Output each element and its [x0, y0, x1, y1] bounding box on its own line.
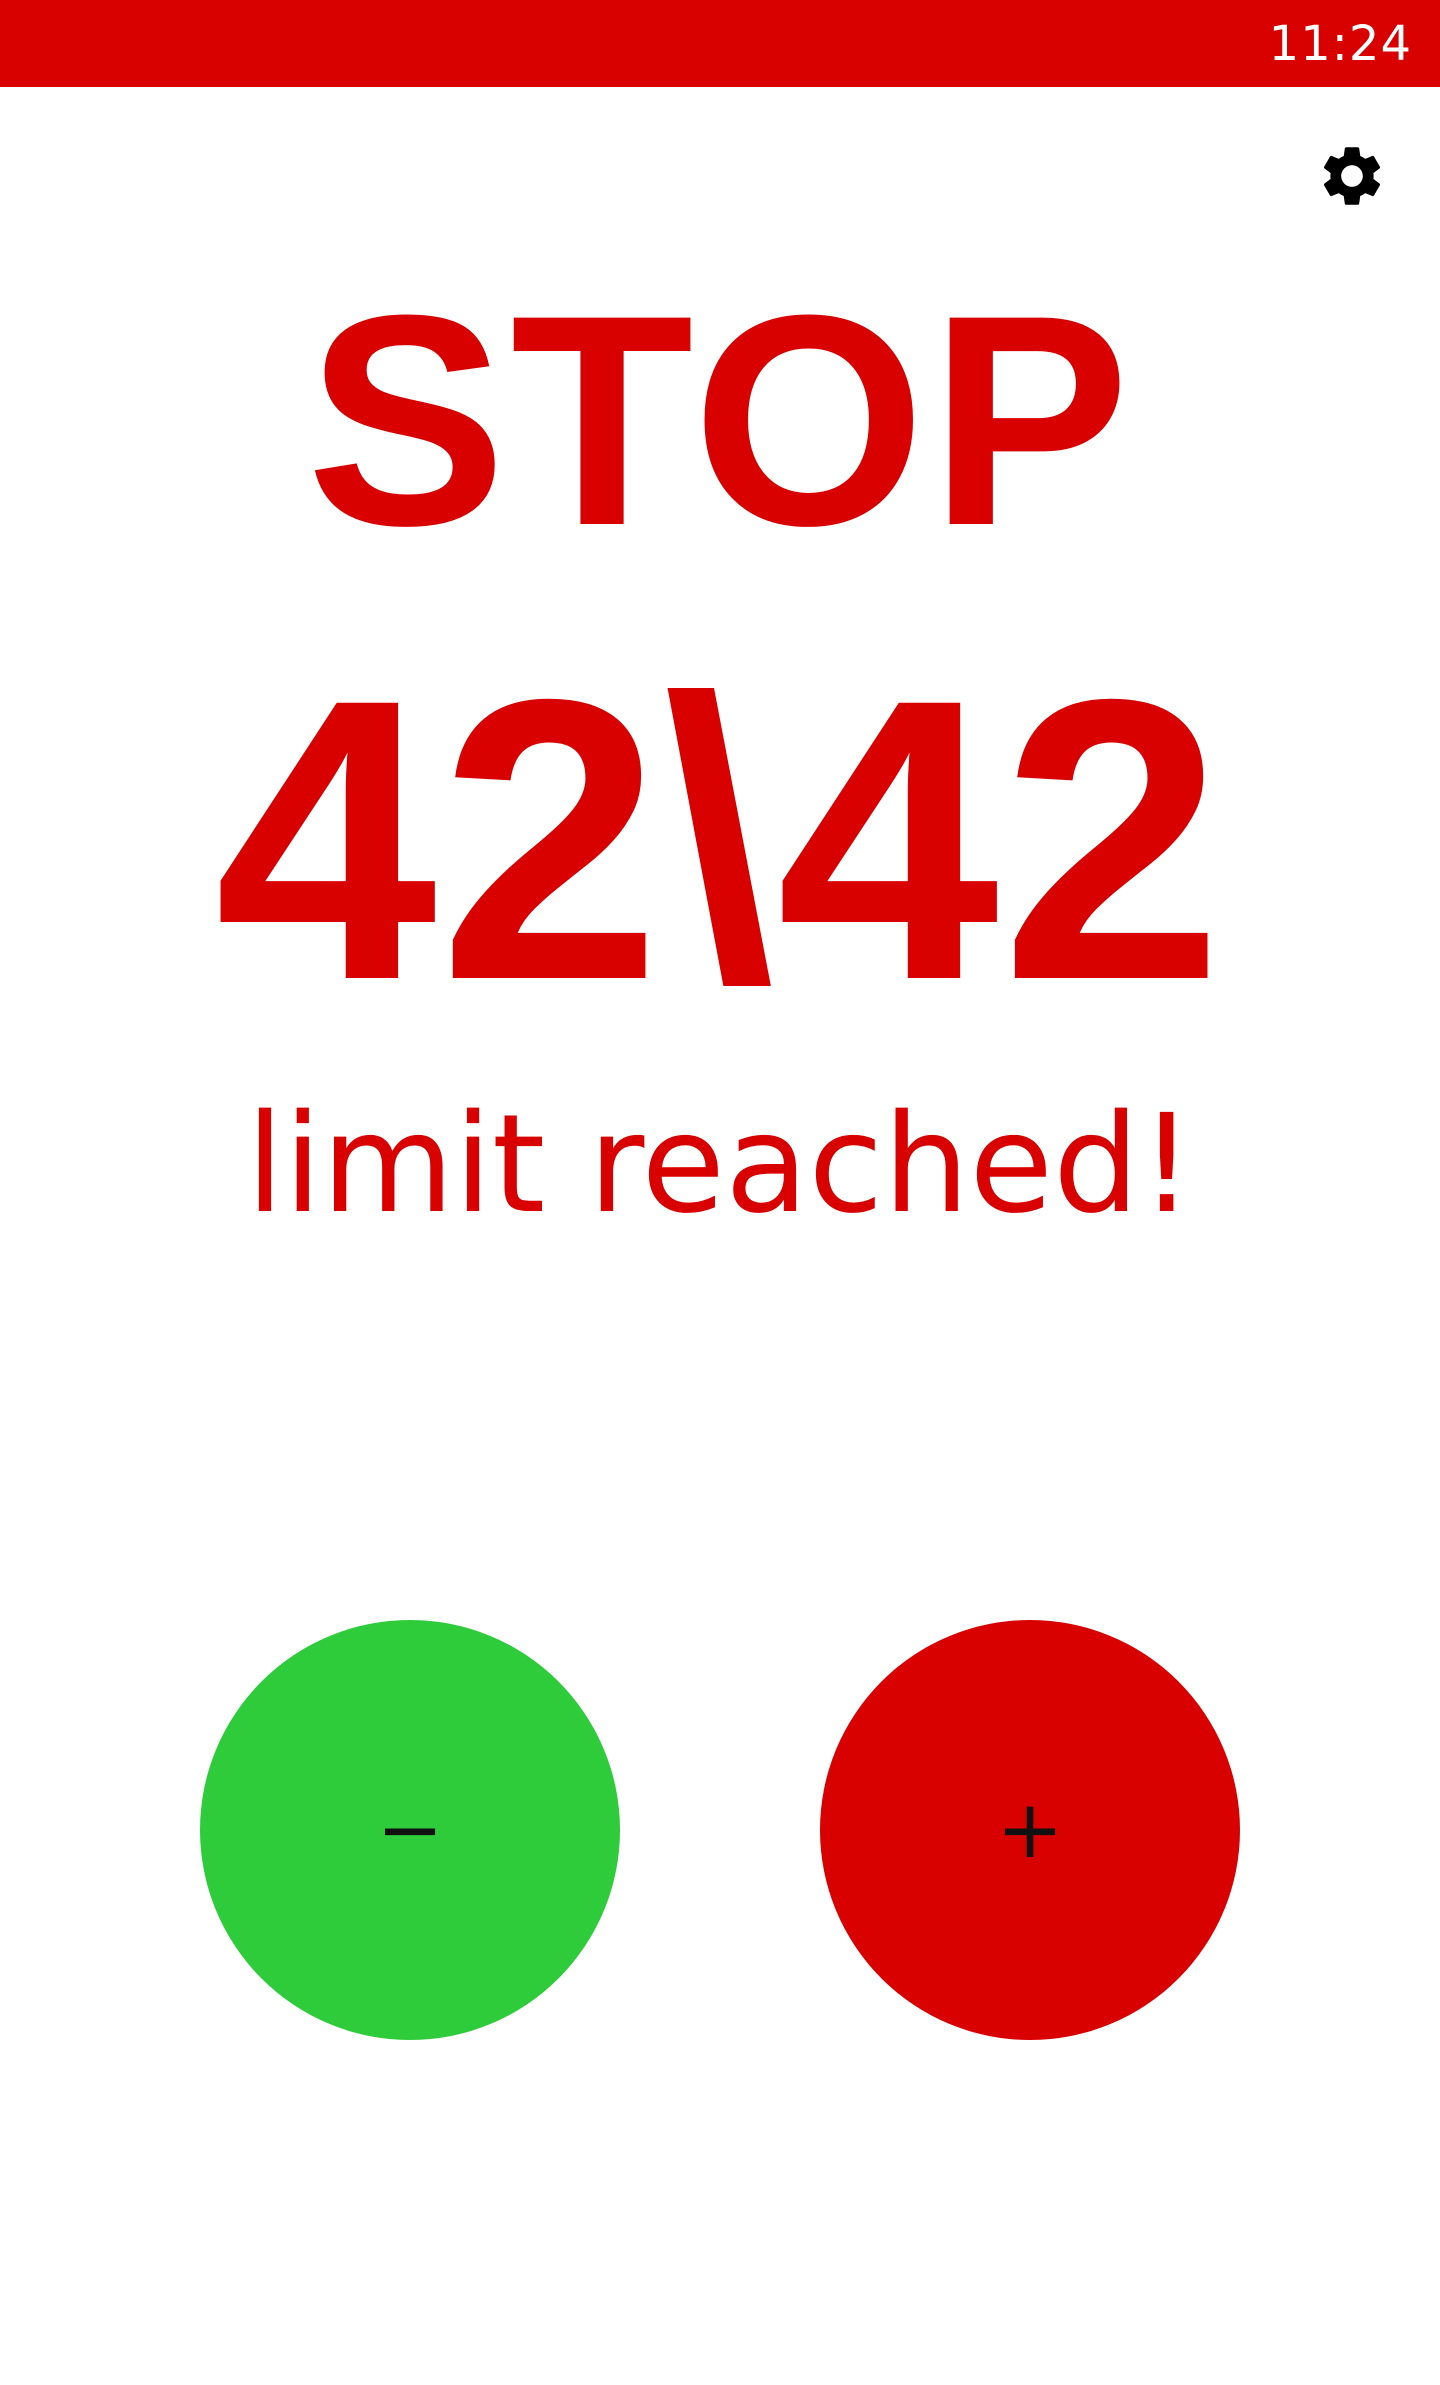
- plus-icon: +: [996, 1783, 1064, 1876]
- stop-title: STOP: [306, 252, 1134, 588]
- settings-button[interactable]: [1316, 140, 1388, 212]
- limit-message: limit reached!: [246, 1086, 1194, 1244]
- status-time: 11:24: [1268, 16, 1412, 72]
- gear-icon: [1323, 147, 1381, 205]
- status-bar: 11:24: [0, 0, 1440, 87]
- minus-icon: −: [376, 1783, 444, 1876]
- increment-button[interactable]: +: [820, 1620, 1240, 2040]
- counter-display: 42\42: [214, 616, 1226, 1063]
- decrement-button[interactable]: −: [200, 1620, 620, 2040]
